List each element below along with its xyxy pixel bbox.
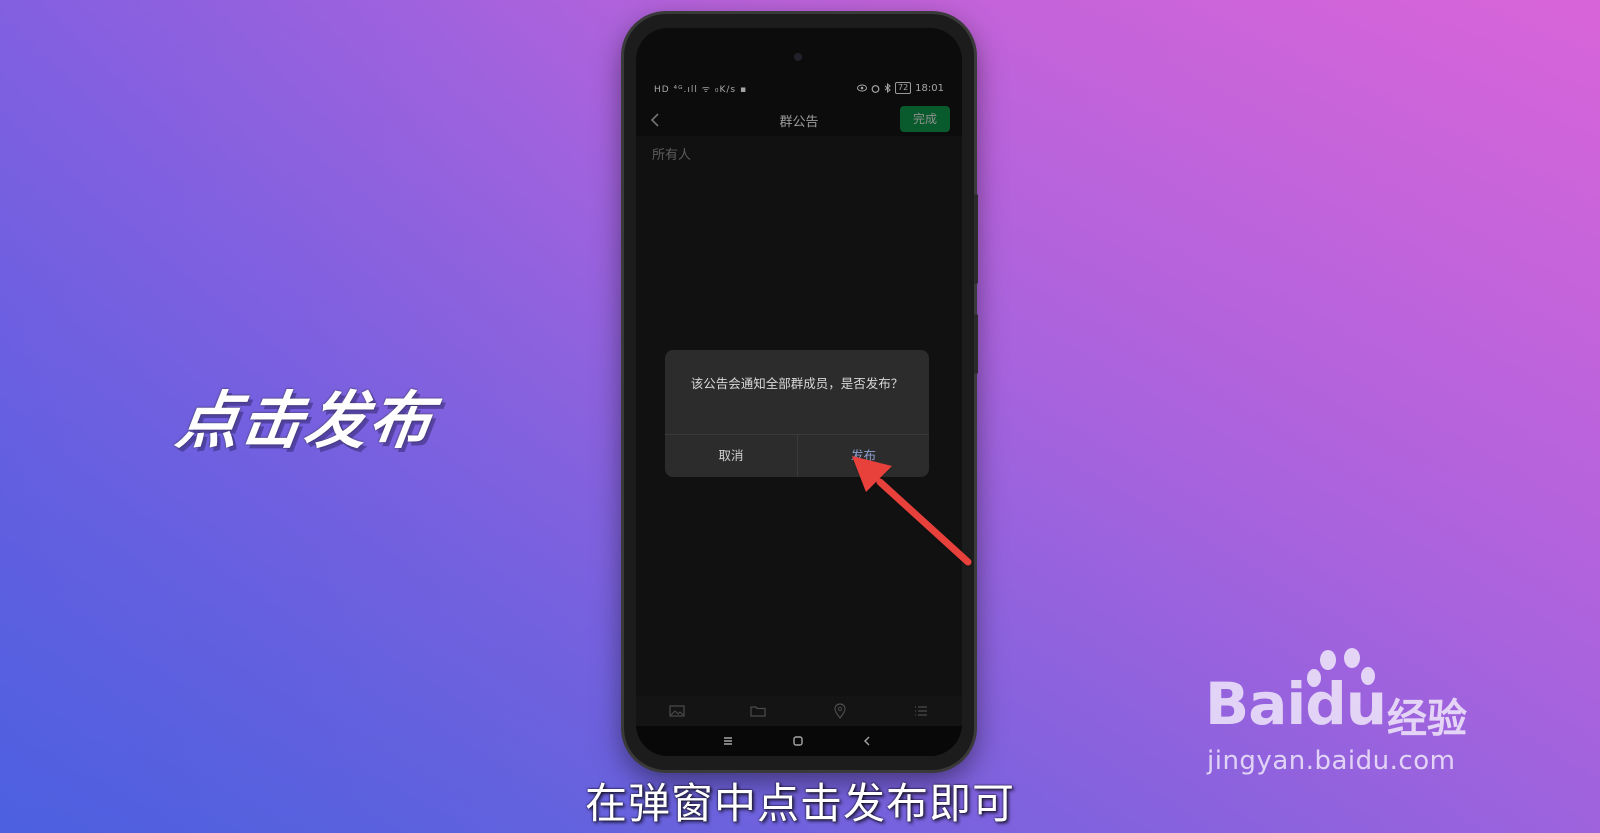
phone-frame: HD ⁴ᴳ.ıll ᯤ ₀K/s ▪ 72 18:01 群公告 完成 所有人 该… bbox=[624, 14, 978, 770]
power-button bbox=[974, 314, 978, 374]
dialog-message: 该公告会通知全部群成员，是否发布？ bbox=[690, 376, 904, 391]
watermark-brand: Baidu bbox=[1205, 670, 1387, 738]
watermark-brand-bai: Bai bbox=[1205, 670, 1306, 738]
video-subtitle: 在弹窗中点击发布即可 bbox=[584, 779, 1015, 828]
watermark-cn: 经验 bbox=[1387, 696, 1467, 742]
pointer-arrow-icon bbox=[852, 456, 972, 566]
watermark-brand-du: du bbox=[1305, 670, 1387, 738]
volume-button bbox=[974, 194, 978, 284]
instruction-title: 点击发布 bbox=[172, 384, 439, 457]
baidu-jingyan-watermark: Baidu 经验 jingyan.baidu.com bbox=[1205, 648, 1495, 788]
cancel-button[interactable]: 取消 bbox=[665, 435, 797, 477]
phone-screen: HD ⁴ᴳ.ıll ᯤ ₀K/s ▪ 72 18:01 群公告 完成 所有人 该… bbox=[636, 28, 962, 756]
